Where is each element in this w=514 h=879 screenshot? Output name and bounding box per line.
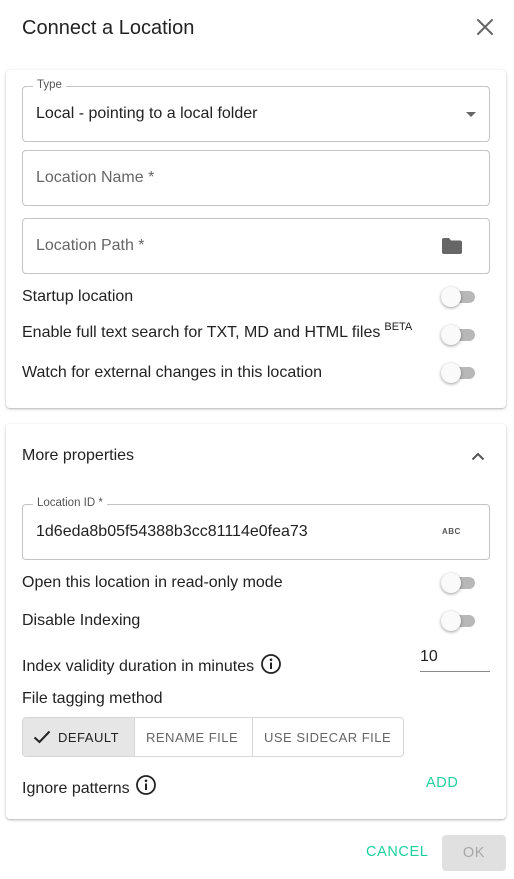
- tagging-rename-file-button[interactable]: RENAME FILE: [134, 718, 252, 756]
- watch-changes-toggle[interactable]: [441, 362, 479, 384]
- location-id-input[interactable]: Location ID * 1d6eda8b05f54388b3cc81114e…: [22, 497, 490, 560]
- tagging-default-label: DEFAULT: [58, 729, 120, 745]
- connect-location-dialog: Connect a Location Type Local - pointing…: [0, 0, 514, 879]
- index-validity-input[interactable]: 10: [420, 648, 490, 672]
- more-properties-header[interactable]: More properties: [22, 447, 134, 465]
- info-icon[interactable]: [260, 653, 282, 675]
- beta-badge: BETA: [384, 321, 413, 333]
- add-ignore-pattern-button[interactable]: ADD: [426, 775, 458, 791]
- cancel-button[interactable]: CANCEL: [366, 844, 428, 860]
- location-settings-card: Type Local - pointing to a local folder …: [6, 70, 506, 408]
- watch-changes-label: Watch for external changes in this locat…: [22, 364, 323, 381]
- abc-icon[interactable]: ABC: [442, 527, 461, 536]
- toggle-thumb: [441, 363, 461, 383]
- disable-indexing-label: Disable Indexing: [22, 612, 141, 629]
- dialog-title: Connect a Location: [22, 17, 195, 39]
- type-select-label: Type: [33, 79, 66, 91]
- ignore-patterns-row: Ignore patterns: [22, 770, 157, 800]
- dropdown-arrow-icon: [466, 112, 476, 117]
- ignore-patterns-label: Ignore patterns: [22, 780, 130, 797]
- info-icon[interactable]: [135, 774, 157, 796]
- toggle-thumb: [441, 611, 461, 631]
- location-path-input[interactable]: Location Path *: [22, 218, 490, 274]
- tagging-sidecar-file-button[interactable]: USE SIDECAR FILE: [252, 718, 403, 756]
- toggle-thumb: [441, 573, 461, 593]
- location-id-label: Location ID *: [33, 497, 107, 509]
- close-button[interactable]: [472, 14, 498, 40]
- full-text-search-label: Enable full text search for TXT, MD and …: [22, 321, 413, 342]
- tagging-method-toggle-group: DEFAULT RENAME FILE USE SIDECAR FILE: [22, 717, 404, 757]
- full-text-search-toggle[interactable]: [441, 324, 479, 346]
- read-only-label: Open this location in read-only mode: [22, 574, 283, 591]
- check-icon: [33, 730, 51, 744]
- toggle-thumb: [441, 287, 461, 307]
- index-validity-row: Index validity duration in minutes: [22, 650, 282, 678]
- type-select[interactable]: Type Local - pointing to a local folder: [22, 79, 490, 142]
- tagging-default-button[interactable]: DEFAULT: [23, 718, 134, 756]
- chevron-up-icon[interactable]: [471, 452, 485, 461]
- startup-location-toggle[interactable]: [441, 286, 479, 308]
- close-icon: [477, 19, 493, 35]
- full-text-search-text: Enable full text search for TXT, MD and …: [22, 324, 381, 341]
- more-properties-card: More properties Location ID * 1d6eda8b05…: [6, 424, 506, 819]
- startup-location-label: Startup location: [22, 288, 134, 305]
- tagging-sidecar-file-label: USE SIDECAR FILE: [264, 729, 392, 745]
- toggle-thumb: [441, 325, 461, 345]
- location-name-input[interactable]: Location Name *: [22, 150, 490, 206]
- location-id-value: 1d6eda8b05f54388b3cc81114e0fea73: [36, 523, 308, 540]
- index-validity-value: 10: [420, 648, 438, 665]
- index-validity-label: Index validity duration in minutes: [22, 658, 255, 675]
- ok-button[interactable]: OK: [442, 835, 506, 871]
- type-select-value: Local - pointing to a local folder: [36, 105, 258, 122]
- disable-indexing-toggle[interactable]: [441, 610, 479, 632]
- folder-icon[interactable]: [441, 237, 463, 255]
- location-path-placeholder: Location Path *: [36, 237, 145, 254]
- file-tagging-label: File tagging method: [22, 690, 163, 707]
- read-only-toggle[interactable]: [441, 572, 479, 594]
- tagging-rename-file-label: RENAME FILE: [146, 729, 239, 745]
- location-name-placeholder: Location Name *: [36, 169, 155, 186]
